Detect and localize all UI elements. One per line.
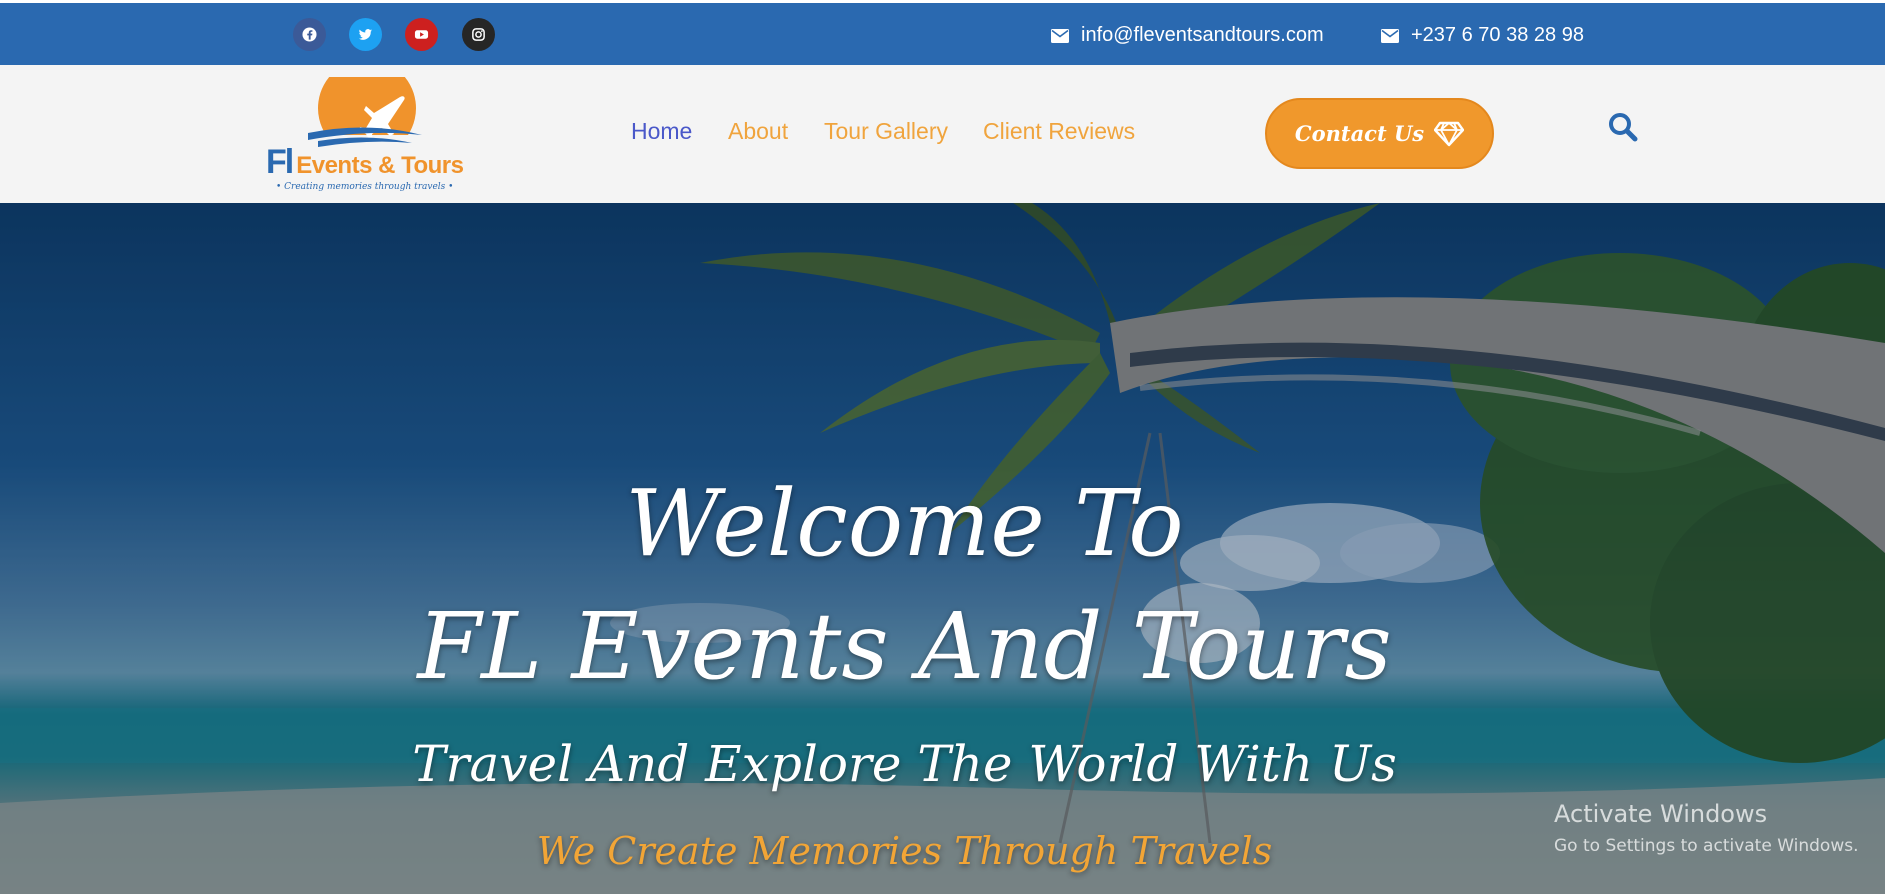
twitter-icon[interactable] [349,18,382,51]
site-header: Fl Events & Tours • Creating memories thr… [0,65,1885,203]
watermark-subtitle: Go to Settings to activate Windows. [1554,836,1859,856]
logo-tagline: • Creating memories through travels • [276,182,454,192]
site-logo[interactable]: Fl Events & Tours • Creating memories thr… [262,77,464,192]
envelope-icon [1381,28,1399,43]
diamond-icon [1434,121,1465,146]
nav-tour-gallery[interactable]: Tour Gallery [824,118,948,145]
hero-title-line2: FL Events And Tours [417,593,1392,700]
email-text: info@fleventsandtours.com [1081,24,1324,46]
hero-title-line1: Welcome To [625,470,1184,577]
logo-wordmark: Fl Events & Tours [266,143,464,182]
search-icon[interactable] [1607,111,1639,143]
youtube-icon[interactable] [405,18,438,51]
logo-mark: Fl [266,143,294,181]
hero-banner: Welcome To FL Events And Tours Travel An… [0,203,1885,894]
windows-activation-watermark: Activate Windows Go to Settings to activ… [1554,800,1859,856]
phone-contact[interactable]: +237 6 70 38 28 98 [1381,24,1584,47]
hero-subtitle: Travel And Explore The World With Us [412,735,1397,793]
facebook-icon[interactable] [293,18,326,51]
nav-client-reviews[interactable]: Client Reviews [983,118,1135,145]
contact-us-button[interactable]: Contact Us [1265,98,1494,169]
envelope-icon [1051,28,1069,43]
contact-us-label: Contact Us [1294,121,1425,146]
instagram-icon[interactable] [462,18,495,51]
email-contact[interactable]: info@fleventsandtours.com [1051,24,1324,47]
logo-name: Events & Tours [296,152,464,179]
nav-about[interactable]: About [728,118,788,145]
top-bar: info@fleventsandtours.com +237 6 70 38 2… [0,0,1885,65]
phone-text: +237 6 70 38 28 98 [1411,24,1584,46]
nav-home[interactable]: Home [631,118,692,145]
watermark-title: Activate Windows [1554,800,1768,828]
